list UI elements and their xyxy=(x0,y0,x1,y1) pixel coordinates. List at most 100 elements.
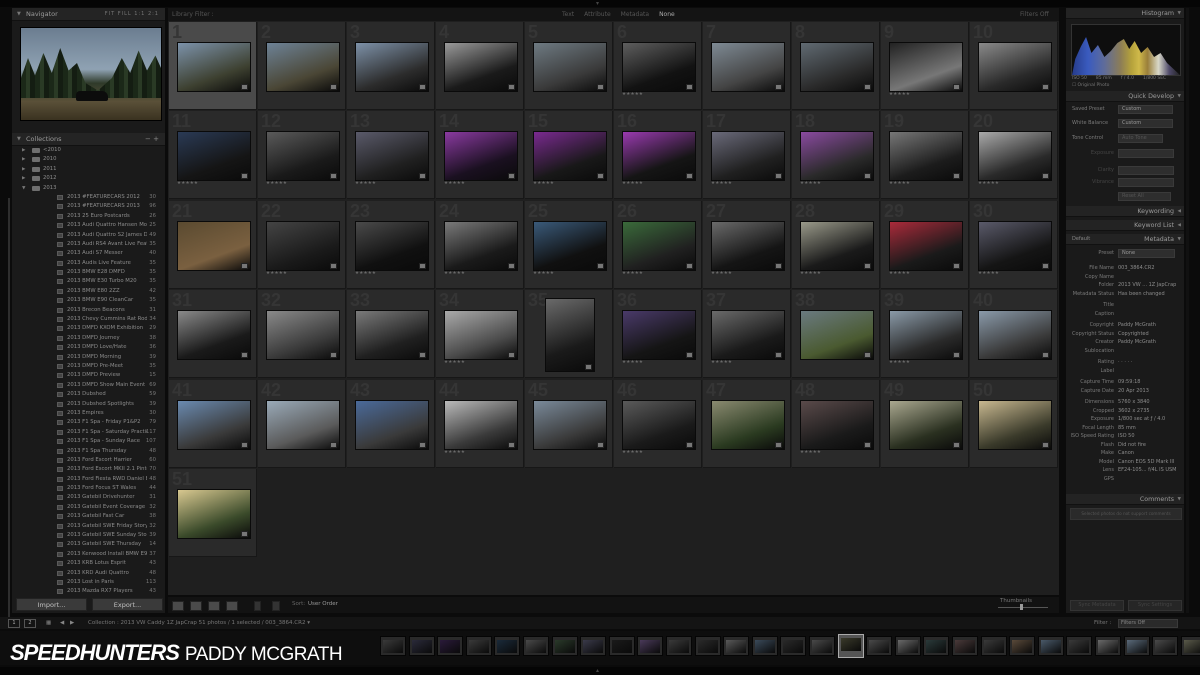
edit-badge-icon[interactable] xyxy=(508,262,515,269)
metadata-default-dropdown[interactable]: Default xyxy=(1072,234,1090,245)
edit-badge-icon[interactable] xyxy=(775,173,782,180)
collection-item[interactable]: 2013 Gatebil SWE Sunday Story 39 xyxy=(12,531,165,540)
keywording-header[interactable]: Keywording ◀ xyxy=(1066,206,1184,217)
grid-view-icon[interactable] xyxy=(172,601,184,611)
grid-cell[interactable]: 39 ★★★★★ xyxy=(881,290,969,379)
filmstrip-thumbnail[interactable] xyxy=(551,636,578,656)
collection-item[interactable]: 2013 Ford Focus ST Wales 44 xyxy=(12,484,165,493)
grid-cell[interactable]: 18 ★★★★★ xyxy=(792,111,880,200)
metadata-field-value[interactable]: Copyrighted xyxy=(1118,331,1178,337)
star-rating[interactable]: ★★★★★ xyxy=(711,181,732,186)
photo-thumbnail[interactable] xyxy=(545,298,595,373)
filmstrip-thumbnail[interactable] xyxy=(894,636,921,656)
filmstrip-thumbnail[interactable] xyxy=(923,636,950,656)
photo-thumbnail[interactable] xyxy=(711,42,785,92)
edit-badge-icon[interactable] xyxy=(864,352,871,359)
left-panel-scrollbar[interactable] xyxy=(8,198,10,618)
edit-badge-icon[interactable] xyxy=(953,173,960,180)
page-2-button[interactable]: 2 xyxy=(24,619,36,628)
edit-badge-icon[interactable] xyxy=(775,84,782,90)
grid-cell[interactable]: 4 xyxy=(436,22,524,110)
edit-badge-icon[interactable] xyxy=(1042,262,1049,269)
star-rating[interactable]: ★★★★★ xyxy=(622,271,643,276)
star-rating[interactable]: ★★★★★ xyxy=(622,450,643,455)
collection-item[interactable]: 2013 KRB Lotus Esprit 43 xyxy=(12,559,165,568)
edit-badge-icon[interactable] xyxy=(330,173,337,180)
grid-cell[interactable]: 5 xyxy=(525,22,613,110)
import-button[interactable]: Import... xyxy=(16,598,87,611)
metadata-field-value[interactable]: Did not fire xyxy=(1118,442,1178,448)
photo-thumbnail[interactable] xyxy=(622,220,696,271)
filmstrip-thumbnail[interactable] xyxy=(523,636,549,656)
clarity-adjust-buttons[interactable] xyxy=(1118,166,1174,175)
photo-thumbnail[interactable] xyxy=(266,42,340,92)
grid-cell[interactable]: 40 xyxy=(970,290,1058,379)
star-rating[interactable]: ★★★★★ xyxy=(533,181,554,186)
edit-badge-icon[interactable] xyxy=(597,441,604,448)
disclosure-triangle-icon[interactable]: ▶ xyxy=(22,165,25,174)
quick-develop-header[interactable]: Quick Develop ▼ xyxy=(1066,91,1184,102)
photo-thumbnail[interactable] xyxy=(177,131,251,182)
grid-cell[interactable]: 31 xyxy=(169,290,257,379)
filmstrip-thumbnail[interactable] xyxy=(608,636,635,656)
edit-badge-icon[interactable] xyxy=(1042,84,1049,90)
grid-cell[interactable]: 30 ★★★★★ xyxy=(970,200,1058,289)
navigator-preview[interactable] xyxy=(20,27,162,121)
edit-badge-icon[interactable] xyxy=(686,173,693,180)
collection-item[interactable]: 2013 KRD Audi Quattro 48 xyxy=(12,569,165,578)
grid-cell[interactable]: 11 ★★★★★ xyxy=(169,111,257,200)
photo-thumbnail[interactable] xyxy=(533,131,607,182)
edit-badge-icon[interactable] xyxy=(585,364,592,371)
collection-breadcrumb[interactable]: Collection : 2013 VW Caddy 1Z JapCrap 51… xyxy=(88,617,310,629)
photo-thumbnail[interactable] xyxy=(533,399,607,450)
expand-triangle-icon[interactable]: ◀ xyxy=(1178,206,1181,217)
collection-set[interactable]: ▶ 2012 xyxy=(12,174,165,183)
collections-add-remove[interactable]: − + xyxy=(145,133,159,145)
edit-badge-icon[interactable] xyxy=(953,352,960,359)
photo-thumbnail[interactable] xyxy=(889,399,963,450)
collapse-top-icon[interactable]: ▾ xyxy=(596,0,599,7)
photo-thumbnail[interactable] xyxy=(622,131,696,182)
collection-item[interactable]: 2013 Chevy Cummins Rat Rod 34 xyxy=(12,315,165,324)
filmstrip-thumbnail[interactable] xyxy=(666,636,692,656)
filmstrip-thumbnail[interactable] xyxy=(465,636,492,656)
filmstrip-thumbnail[interactable] xyxy=(380,636,406,656)
collapse-triangle-icon[interactable]: ▼ xyxy=(1178,91,1181,102)
collection-item[interactable]: 2013 Ford Fiesta RWD Daniel Bjork48 xyxy=(12,475,165,484)
photo-thumbnail[interactable] xyxy=(266,399,340,450)
star-rating[interactable]: ★★★★★ xyxy=(355,271,376,276)
photo-thumbnail[interactable] xyxy=(622,399,696,450)
collection-item[interactable]: 2013 Gatebil Drivehunter 31 xyxy=(12,493,165,502)
metadata-field-value[interactable]: 09:59:18 xyxy=(1118,379,1178,385)
edit-badge-icon[interactable] xyxy=(864,262,871,269)
photo-thumbnail[interactable] xyxy=(177,310,251,361)
grid-cell[interactable]: 25 ★★★★★ xyxy=(525,200,613,289)
edit-badge-icon[interactable] xyxy=(686,352,693,359)
grid-cell[interactable]: 16 ★★★★★ xyxy=(614,111,702,200)
edit-badge-icon[interactable] xyxy=(864,173,871,180)
edit-badge-icon[interactable] xyxy=(419,352,426,359)
grid-cell[interactable]: 8 xyxy=(792,22,880,110)
star-rating[interactable]: ★★★★★ xyxy=(711,271,732,276)
sort-dropdown[interactable]: User Order xyxy=(308,601,338,607)
photo-thumbnail[interactable] xyxy=(533,220,607,271)
metadata-field-value[interactable]: 5760 x 3840 xyxy=(1118,399,1178,405)
edit-badge-icon[interactable] xyxy=(330,262,337,269)
photo-thumbnail[interactable] xyxy=(533,42,607,92)
filmstrip-thumbnail[interactable] xyxy=(408,636,435,656)
collection-item[interactable]: 2013 BMW E28 DMFD 35 xyxy=(12,268,165,277)
painter-icon[interactable] xyxy=(254,601,261,611)
star-rating[interactable]: ★★★★★ xyxy=(889,181,910,186)
star-rating[interactable]: ★★★★★ xyxy=(622,92,643,97)
edit-badge-icon[interactable] xyxy=(1042,173,1049,180)
filmstrip-thumbnail[interactable] xyxy=(1037,636,1064,656)
star-rating[interactable]: ★★★★★ xyxy=(444,271,465,276)
star-rating[interactable]: ★★★★★ xyxy=(533,271,554,276)
grid-cell[interactable]: 32 xyxy=(258,290,346,379)
grid-cell[interactable]: 43 xyxy=(347,379,435,468)
bottom-panel-toggle-strip[interactable]: ▴ xyxy=(0,667,1200,675)
filmstrip-thumbnail[interactable] xyxy=(1152,636,1179,656)
edit-badge-icon[interactable] xyxy=(330,441,337,448)
disclosure-triangle-icon[interactable]: ▶ xyxy=(22,146,25,155)
photo-thumbnail[interactable] xyxy=(800,399,874,450)
